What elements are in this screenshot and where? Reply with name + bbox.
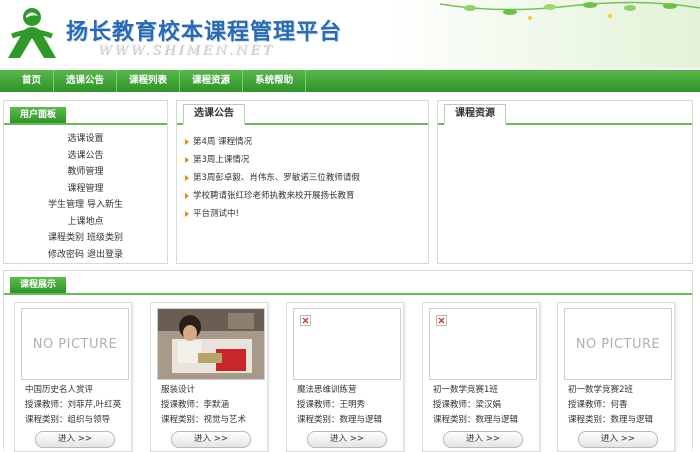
broken-image-icon (436, 315, 447, 326)
course-name[interactable]: 初一数学竞赛1班 (433, 383, 537, 398)
course-name[interactable]: 中国历史名人赏评 (25, 383, 129, 398)
course-section-title: 课程展示 (10, 277, 67, 293)
user-menu-row: 选课设置 (4, 131, 167, 148)
user-menu-row: 上课地点 (4, 214, 167, 231)
no-picture-placeholder: NO PICTURE (575, 336, 661, 352)
no-picture-placeholder: NO PICTURE (32, 336, 118, 352)
notice-item[interactable]: 学校聘请张红珍老师执教来校开展扬长教育 (185, 187, 428, 205)
site-url: WWW.SHIMEN.NET (98, 43, 275, 58)
course-category: 课程类别：数理与逻辑 (568, 415, 654, 425)
enter-course-button[interactable]: 进入 >> (307, 431, 387, 448)
enter-course-button[interactable]: 进入 >> (578, 431, 658, 448)
enter-course-button[interactable]: 进入 >> (35, 431, 115, 448)
course-teacher: 授课教师：刘菲芹,叶红英 (25, 400, 122, 410)
leaf-decoration-icon (440, 1, 700, 20)
nav-notices[interactable]: 选课公告 (54, 70, 118, 92)
user-menu-row: 学生管理 导入新生 (4, 197, 167, 214)
link-course-categories[interactable]: 课程类别 (48, 233, 84, 243)
link-course-settings[interactable]: 选课设置 (67, 134, 103, 144)
orange-arrow-icon (185, 156, 189, 163)
notice-item[interactable]: 平台测试中! (185, 205, 428, 223)
user-menu-row: 修改密码 退出登录 (4, 247, 167, 264)
resource-panel-title: 课程资源 (444, 104, 506, 125)
user-menu-row: 选课公告 (4, 148, 167, 165)
course-card: 初一数学竞赛1班 授课教师：梁汉娟 课程类别：数理与逻辑 进入 >> (422, 302, 540, 452)
notice-list: 第4周 课程情况 第3周上课情况 第3周彭卓毅、肖伟东、罗敏诺三位教师请假 学校… (177, 125, 428, 223)
nav-home[interactable]: 首页 (0, 70, 55, 92)
notice-item-text: 第3周彭卓毅、肖伟东、罗敏诺三位教师请假 (193, 173, 360, 183)
notice-panel: 选课公告 第4周 课程情况 第3周上课情况 第3周彭卓毅、肖伟东、罗敏诺三位教师… (176, 100, 429, 264)
course-teacher: 授课教师：梁汉娟 (433, 400, 502, 410)
notice-item-text: 平台测试中! (193, 209, 239, 219)
course-thumbnail[interactable] (293, 308, 401, 380)
link-student-management[interactable]: 学生管理 (48, 200, 84, 210)
notice-item[interactable]: 第3周上课情况 (185, 151, 428, 169)
user-panel: 用户面板 选课设置 选课公告 教师管理 课程管理 学生管理 导入新生 上课地点 … (3, 100, 168, 264)
user-panel-title: 用户面板 (10, 107, 67, 123)
course-name[interactable]: 初一数学竞赛2班 (568, 383, 672, 398)
nav-course-resources[interactable]: 课程资源 (180, 70, 244, 92)
link-import-students[interactable]: 导入新生 (87, 200, 123, 210)
link-change-password[interactable]: 修改密码 (48, 250, 84, 260)
notice-item[interactable]: 第3周彭卓毅、肖伟东、罗敏诺三位教师请假 (185, 169, 428, 187)
nav-help[interactable]: 系统帮助 (243, 70, 307, 92)
course-section-header: 课程展示 (4, 271, 692, 295)
course-photo (158, 309, 264, 379)
course-category: 课程类别：数理与逻辑 (433, 415, 519, 425)
broken-image-icon (300, 315, 311, 326)
main-nav: 首页 选课公告 课程列表 课程资源 系统帮助 (0, 70, 700, 92)
course-thumbnail[interactable]: NO PICTURE (21, 308, 129, 380)
course-thumbnail[interactable] (429, 308, 537, 380)
enter-course-button[interactable]: 进入 >> (171, 431, 251, 448)
notice-item[interactable]: 第4周 课程情况 (185, 133, 428, 151)
orange-arrow-icon (185, 210, 189, 217)
notice-panel-header: 选课公告 (177, 101, 428, 125)
user-panel-header: 用户面板 (4, 101, 167, 125)
notice-item-text: 学校聘请张红珍老师执教来校开展扬长教育 (193, 191, 355, 201)
course-name[interactable]: 魔法思维训练营 (297, 383, 401, 398)
orange-arrow-icon (185, 174, 189, 181)
notice-panel-title: 选课公告 (183, 104, 245, 125)
course-teacher: 授课教师：王明秀 (297, 400, 366, 410)
course-teacher: 授课教师：何香 (568, 400, 628, 410)
course-category: 课程类别：视觉与艺术 (161, 415, 247, 425)
course-name[interactable]: 服装设计 (161, 383, 265, 398)
user-menu-row: 课程管理 (4, 181, 167, 198)
orange-arrow-icon (185, 138, 189, 145)
enter-course-button[interactable]: 进入 >> (443, 431, 523, 448)
nav-course-list[interactable]: 课程列表 (117, 70, 181, 92)
course-card: NO PICTURE 中国历史名人赏评 授课教师：刘菲芹,叶红英 课程类别：组织… (14, 302, 132, 452)
resource-panel: 课程资源 (437, 100, 693, 264)
course-category: 课程类别：数理与逻辑 (297, 415, 383, 425)
link-logout[interactable]: 退出登录 (87, 250, 123, 260)
orange-arrow-icon (185, 192, 189, 199)
notice-item-text: 第4周 课程情况 (193, 137, 253, 147)
course-card: 魔法思维训练营 授课教师：王明秀 课程类别：数理与逻辑 进入 >> (286, 302, 404, 452)
link-course-management[interactable]: 课程管理 (67, 184, 103, 194)
site-header: 扬长教育校本课程管理平台 WWW.SHIMEN.NET (0, 0, 700, 68)
course-thumbnail[interactable]: NO PICTURE (564, 308, 672, 380)
site-logo-icon (8, 8, 56, 58)
user-menu: 选课设置 选课公告 教师管理 课程管理 学生管理 导入新生 上课地点 课程类别 … (4, 125, 167, 263)
course-card: 服装设计 授课教师：李默涵 课程类别：视觉与艺术 进入 >> (150, 302, 268, 452)
user-menu-row: 教师管理 (4, 164, 167, 181)
course-teacher: 授课教师：李默涵 (161, 400, 230, 410)
link-class-locations[interactable]: 上课地点 (67, 217, 103, 227)
link-course-notices[interactable]: 选课公告 (67, 151, 103, 161)
link-class-categories[interactable]: 班级类别 (87, 233, 123, 243)
course-card: NO PICTURE 初一数学竞赛2班 授课教师：何香 课程类别：数理与逻辑 进… (557, 302, 675, 452)
resource-panel-header: 课程资源 (438, 101, 692, 125)
link-teacher-management[interactable]: 教师管理 (67, 167, 103, 177)
site-title: 扬长教育校本课程管理平台 (66, 19, 343, 45)
course-category: 课程类别：组织与领导 (25, 415, 111, 425)
notice-item-text: 第3周上课情况 (193, 155, 250, 165)
user-menu-row: 课程类别 班级类别 (4, 230, 167, 247)
course-thumbnail[interactable] (157, 308, 265, 380)
